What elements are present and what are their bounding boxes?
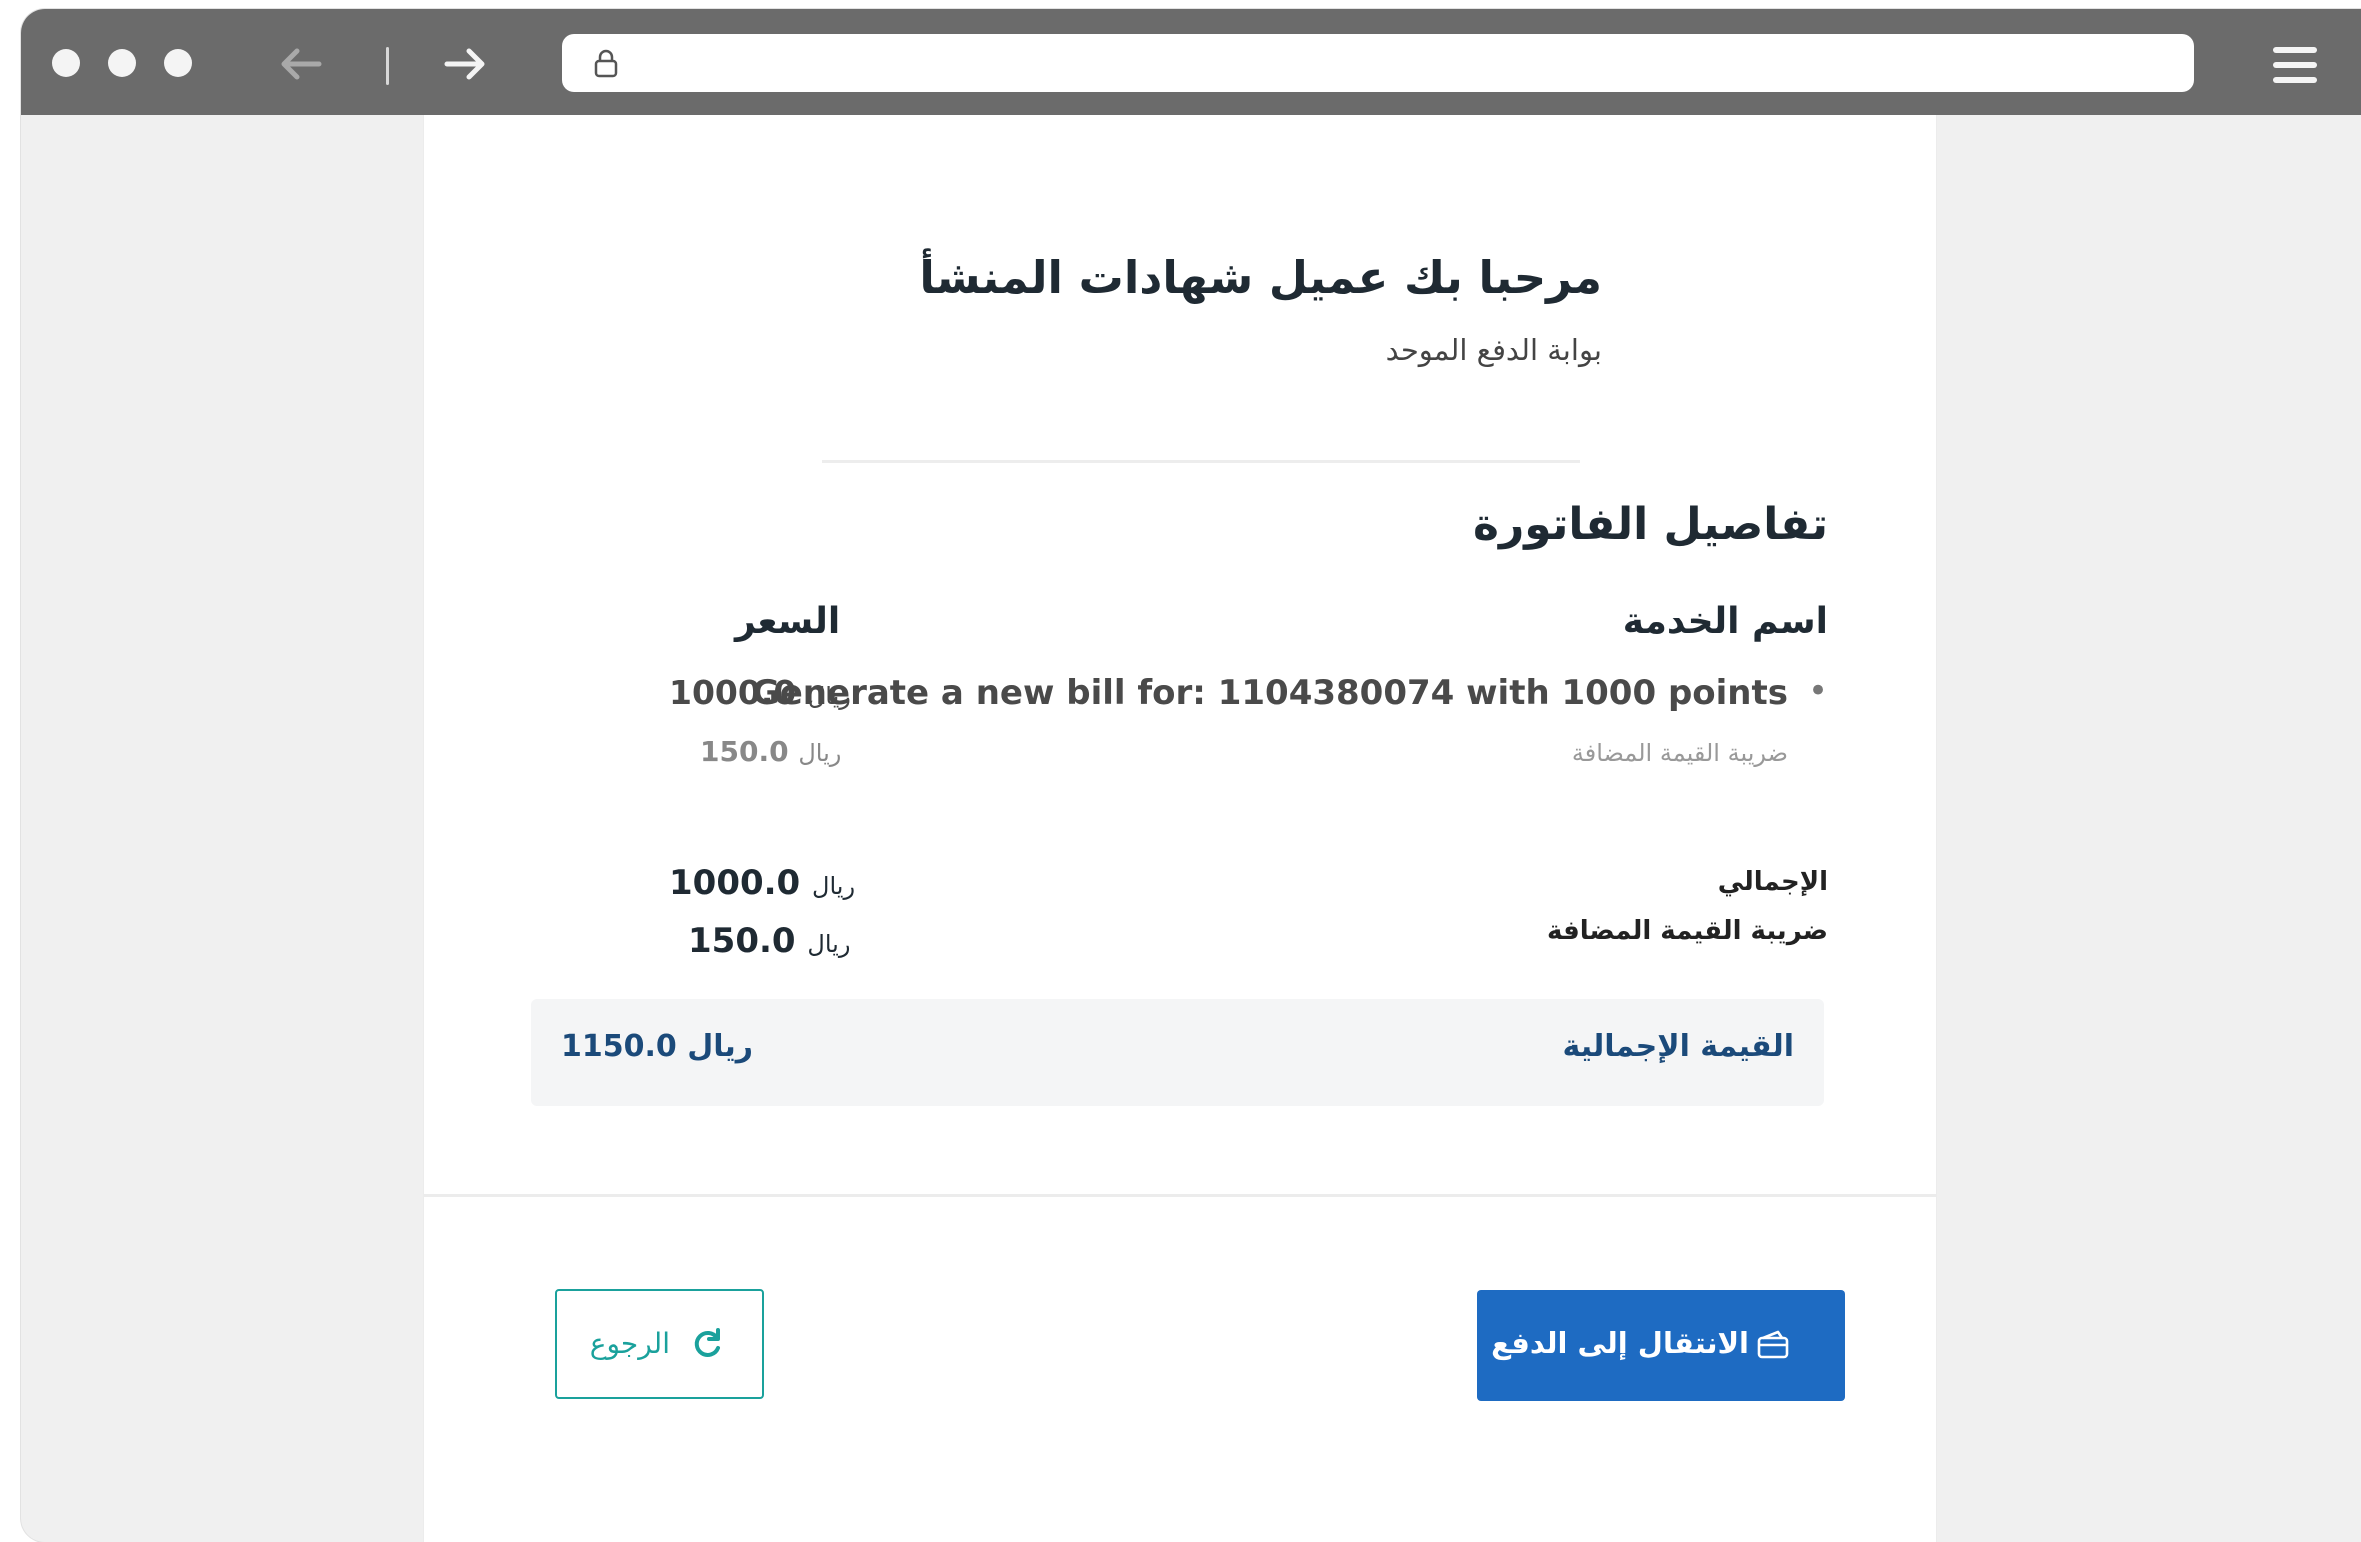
back-label: الرجوع xyxy=(589,1327,670,1360)
minimize-window-dot[interactable] xyxy=(108,49,136,77)
item-price-currency: ريال xyxy=(807,682,851,710)
vat-currency: ريال xyxy=(807,930,851,958)
back-arrow-icon[interactable] xyxy=(275,41,327,87)
footer-divider xyxy=(424,1194,1936,1197)
item-price: 1000.0 ريال xyxy=(669,673,851,712)
item-vat-label: ضريبة القيمة المضافة xyxy=(1571,739,1788,767)
vat-amount: 150.0 ريال xyxy=(688,921,850,961)
proceed-to-payment-button[interactable]: الانتقال إلى الدفع xyxy=(1477,1290,1845,1401)
hamburger-menu-icon[interactable] xyxy=(2273,47,2317,83)
item-price-value: 1000.0 xyxy=(669,673,797,712)
browser-window: مرحبا بك عميل شهادات المنشأ بوابة الدفع … xyxy=(21,9,2361,1542)
refresh-icon xyxy=(690,1327,724,1365)
welcome-title: مرحبا بك عميل شهادات المنشأ xyxy=(919,251,1602,304)
back-button[interactable]: الرجوع xyxy=(555,1289,764,1399)
item-vat-currency: ريال xyxy=(798,739,842,767)
price-column-header: السعر xyxy=(735,601,841,642)
vat-value: 150.0 xyxy=(688,921,796,961)
list-bullet: • xyxy=(1807,671,1828,711)
item-vat-value: 150.0 xyxy=(700,735,789,768)
lock-icon xyxy=(592,48,620,82)
nav-separator xyxy=(386,47,389,85)
invoice-card: مرحبا بك عميل شهادات المنشأ بوابة الدفع … xyxy=(423,115,1937,1542)
vat-label: ضريبة القيمة المضافة xyxy=(1546,916,1828,946)
proceed-to-payment-label: الانتقال إلى الدفع xyxy=(1491,1326,1749,1360)
subtotal-currency: ريال xyxy=(812,872,856,900)
invoice-title: تفاصيل الفاتورة xyxy=(1473,499,1828,550)
grand-total-value: 1150.0 xyxy=(561,1029,677,1064)
credit-card-icon xyxy=(1756,1330,1790,1364)
subtotal-label: الإجمالي xyxy=(1717,867,1828,897)
forward-arrow-icon[interactable] xyxy=(439,41,491,87)
subtotal-value: 1000.0 xyxy=(669,863,801,903)
close-window-dot[interactable] xyxy=(52,49,80,77)
address-bar[interactable] xyxy=(562,34,2194,92)
grand-total-amount: 1150.0 ريال xyxy=(561,1029,753,1064)
service-item-name: Generate a new bill for: 1104380074 with… xyxy=(751,673,1788,713)
grand-total-label: القيمة الإجمالية xyxy=(1562,1029,1794,1064)
maximize-window-dot[interactable] xyxy=(164,49,192,77)
header-divider xyxy=(822,460,1580,463)
item-vat: 150.0 ريال xyxy=(700,735,841,768)
grand-total-currency: ريال xyxy=(687,1029,754,1064)
service-column-header: اسم الخدمة xyxy=(1622,601,1828,642)
browser-toolbar xyxy=(21,9,2361,115)
grand-total-row: القيمة الإجمالية 1150.0 ريال xyxy=(531,999,1824,1106)
subtotal-amount: 1000.0 ريال xyxy=(669,863,855,903)
portal-subtitle: بوابة الدفع الموحد xyxy=(1385,333,1602,367)
